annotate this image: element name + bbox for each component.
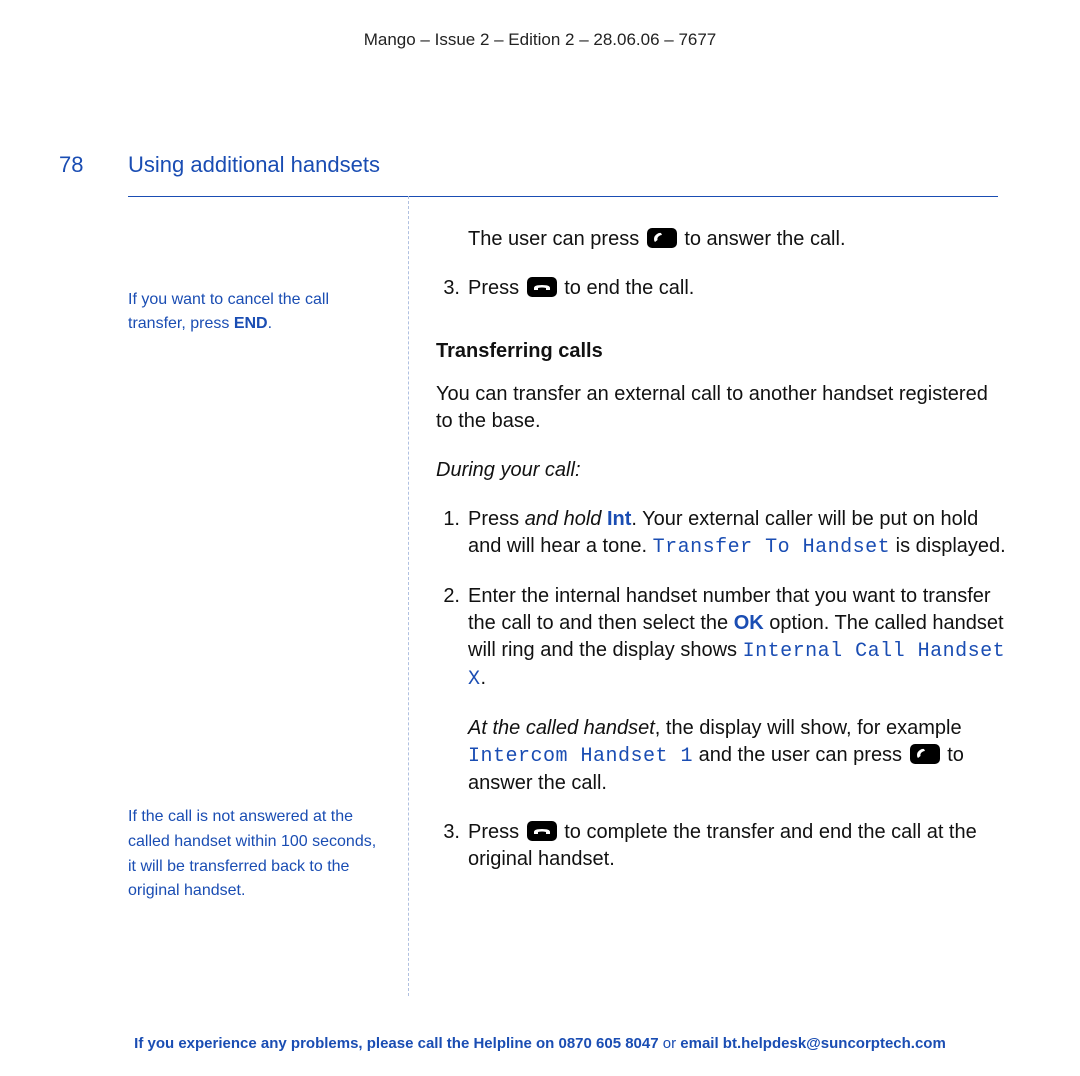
main-content: The user can press to answer the call. 3…	[436, 226, 1006, 895]
called-handset-para: At the called handset, the display will …	[436, 715, 1006, 797]
page-number: 78	[59, 152, 83, 178]
step-text: Press to complete the transfer and end t…	[468, 819, 1006, 873]
footer-email: email bt.helpdesk@suncorptech.com	[680, 1035, 946, 1052]
step-number: 3.	[436, 819, 460, 873]
step-text: Enter the internal handset number that y…	[468, 583, 1006, 693]
ok-button-label: OK	[734, 612, 764, 634]
side-note-bold: END	[234, 315, 268, 332]
side-note-unanswered: If the call is not answered at the calle…	[128, 805, 388, 904]
column-divider	[408, 196, 409, 996]
text: Press	[468, 508, 525, 530]
step-number: 3.	[436, 275, 460, 302]
step-number: 2.	[436, 583, 460, 693]
footer-or: or	[659, 1035, 681, 1052]
talk-icon	[910, 744, 940, 764]
horizontal-rule	[128, 196, 998, 197]
text: .	[481, 667, 487, 689]
text: is displayed.	[890, 535, 1006, 557]
step-1: 1. Press and hold Int. Your external cal…	[436, 506, 1006, 561]
display-text: Intercom Handset 1	[468, 745, 693, 768]
document-header: Mango – Issue 2 – Edition 2 – 28.06.06 –…	[0, 30, 1080, 50]
step-text: Press and hold Int. Your external caller…	[468, 506, 1006, 561]
step-text: Press to end the call.	[468, 275, 1006, 302]
subheading-transferring: Transferring calls	[436, 338, 1006, 365]
end-icon	[527, 821, 557, 841]
side-note-post: .	[268, 315, 272, 332]
during-call-label: During your call:	[436, 457, 1006, 484]
transfer-intro: You can transfer an external call to ano…	[436, 381, 1006, 435]
step-3b: 3. Press to complete the transfer and en…	[436, 819, 1006, 873]
italic-text: At the called handset	[468, 717, 655, 739]
answer-line: The user can press to answer the call.	[436, 226, 1006, 253]
step-3a: 3. Press to end the call.	[436, 275, 1006, 302]
step-number: 1.	[436, 506, 460, 561]
footer-text: If you experience any problems, please c…	[134, 1035, 558, 1052]
end-icon	[527, 277, 557, 297]
side-note-cancel: If you want to cancel the call transfer,…	[128, 288, 388, 336]
int-button-label: Int	[607, 508, 631, 530]
footer-helpline: If you experience any problems, please c…	[0, 1035, 1080, 1052]
text: and the user can press	[693, 744, 908, 766]
footer-phone: 0870 605 8047	[558, 1035, 658, 1052]
step-2: 2. Enter the internal handset number tha…	[436, 583, 1006, 693]
talk-icon	[647, 228, 677, 248]
italic-text: and hold	[525, 508, 607, 530]
text: The user can press	[468, 228, 645, 250]
side-note-text: If you want to cancel the call transfer,…	[128, 291, 329, 332]
section-title: Using additional handsets	[128, 152, 380, 178]
text: Press	[468, 821, 525, 843]
text: to end the call.	[564, 277, 694, 299]
text: , the display will show, for example	[655, 717, 962, 739]
text: Press	[468, 277, 525, 299]
display-text: Transfer To Handset	[653, 536, 891, 559]
text: to answer the call.	[684, 228, 845, 250]
